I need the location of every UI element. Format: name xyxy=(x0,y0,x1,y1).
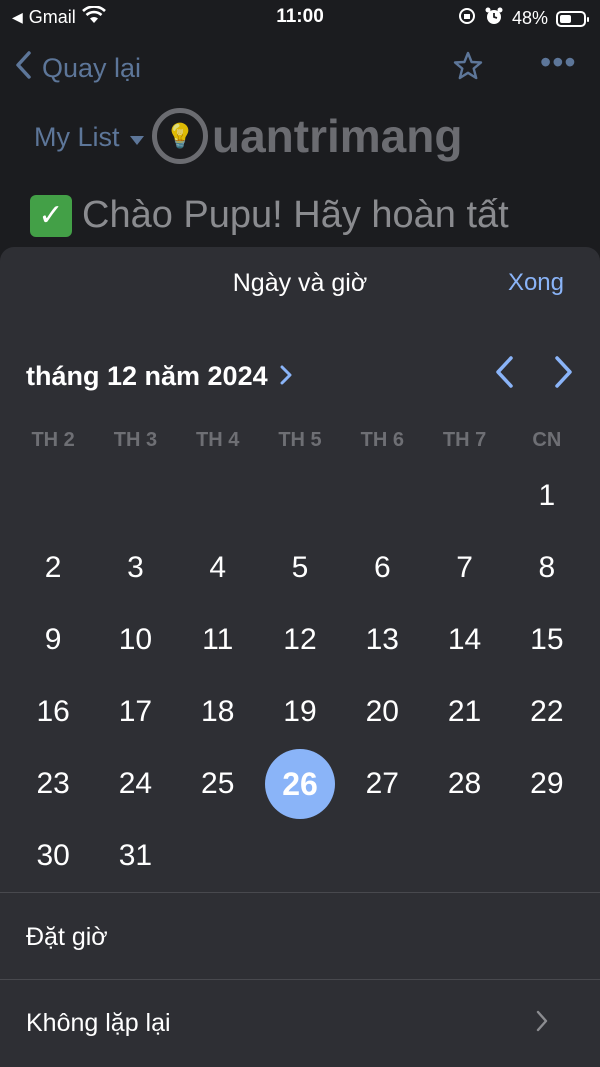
day-cell[interactable]: 23 xyxy=(12,748,94,820)
watermark-text: uantrimang xyxy=(212,110,463,162)
weekday-label: TH 5 xyxy=(278,429,322,451)
day-cell[interactable]: 17 xyxy=(94,676,176,748)
status-right: 48% xyxy=(458,6,589,31)
weekday-label: TH 2 xyxy=(31,429,75,451)
date-time-sheet: Ngày và giờ Xong tháng 12 năm 2024 TH 2T… xyxy=(0,247,600,1067)
weekday-header: TH 2 TH 3 TH 4 TH 5 TH 6 TH 7 CN xyxy=(12,429,588,452)
task-title-text: Chào Pupu! Hãy hoàn tất xyxy=(82,194,509,236)
weekday-label: TH 3 xyxy=(113,429,158,451)
month-year-selector[interactable]: tháng 12 năm 2024 xyxy=(26,361,292,392)
day-cell[interactable]: 24 xyxy=(94,748,176,820)
day-cell[interactable]: 22 xyxy=(506,676,588,748)
next-month-button[interactable] xyxy=(554,355,574,396)
weekday-label: TH 4 xyxy=(196,429,240,451)
day-cell[interactable]: 19 xyxy=(259,676,341,748)
day-cell[interactable]: 8 xyxy=(506,532,588,604)
day-cell[interactable]: 4 xyxy=(177,532,259,604)
day-cell-selected[interactable]: 26 xyxy=(259,748,341,820)
alarm-icon xyxy=(484,6,504,31)
empty-day-cell xyxy=(259,820,341,892)
status-bar: ◀ Gmail 11:00 48% xyxy=(0,0,600,34)
empty-day-cell xyxy=(506,820,588,892)
day-cell[interactable]: 15 xyxy=(506,604,588,676)
day-cell[interactable]: 20 xyxy=(341,676,423,748)
list-selector[interactable]: My List xyxy=(34,122,144,153)
dropdown-caret-icon xyxy=(129,122,144,153)
day-cell[interactable]: 27 xyxy=(341,748,423,820)
empty-day-cell xyxy=(341,820,423,892)
day-cell[interactable]: 5 xyxy=(259,532,341,604)
day-cell[interactable]: 18 xyxy=(177,676,259,748)
chevron-left-icon xyxy=(14,50,32,87)
weekday-label: CN xyxy=(532,429,562,451)
day-cell[interactable]: 3 xyxy=(94,532,176,604)
divider xyxy=(0,892,600,893)
month-label: tháng 12 năm 2024 xyxy=(26,361,268,391)
checkmark-icon: ✓ xyxy=(30,194,72,237)
chevron-right-icon xyxy=(280,361,292,392)
day-cell[interactable]: 25 xyxy=(177,748,259,820)
day-cell[interactable]: 2 xyxy=(12,532,94,604)
divider xyxy=(0,979,600,980)
day-cell[interactable]: 6 xyxy=(341,532,423,604)
empty-day-cell xyxy=(423,460,505,532)
weekday-label: TH 7 xyxy=(442,429,487,451)
month-navigation xyxy=(494,355,574,396)
navigation-bar: Quay lại ••• xyxy=(0,44,600,94)
day-cell[interactable]: 11 xyxy=(177,604,259,676)
calendar-grid: 1 2 3 4 5 6 7 8 9 10 11 12 13 14 15 16 17 18 19 20 21 22 23 24 2… xyxy=(12,460,588,892)
empty-day-cell xyxy=(12,460,94,532)
repeat-row[interactable]: Không lặp lại xyxy=(26,1009,171,1038)
set-time-row[interactable]: Đặt giờ xyxy=(26,923,108,952)
day-cell[interactable]: 1 xyxy=(506,460,588,532)
day-cell[interactable]: 29 xyxy=(506,748,588,820)
day-cell[interactable]: 28 xyxy=(423,748,505,820)
more-options-icon[interactable]: ••• xyxy=(540,44,577,81)
lightbulb-icon: 💡 xyxy=(152,108,208,164)
day-cell[interactable]: 16 xyxy=(12,676,94,748)
empty-day-cell xyxy=(177,460,259,532)
day-cell[interactable]: 7 xyxy=(423,532,505,604)
empty-day-cell xyxy=(259,460,341,532)
chevron-right-icon xyxy=(536,1007,548,1039)
day-cell[interactable]: 10 xyxy=(94,604,176,676)
star-icon[interactable] xyxy=(452,50,484,90)
day-cell[interactable]: 30 xyxy=(12,820,94,892)
task-title: ✓ Chào Pupu! Hãy hoàn tất xyxy=(30,194,509,237)
empty-day-cell xyxy=(177,820,259,892)
day-cell[interactable]: 21 xyxy=(423,676,505,748)
list-name: My List xyxy=(34,122,120,152)
done-button[interactable]: Xong xyxy=(508,269,564,297)
empty-day-cell xyxy=(94,460,176,532)
back-button[interactable]: Quay lại xyxy=(14,50,141,87)
empty-day-cell xyxy=(341,460,423,532)
previous-month-button[interactable] xyxy=(494,355,514,396)
watermark-logo: 💡 uantrimang xyxy=(152,108,462,164)
empty-day-cell xyxy=(423,820,505,892)
battery-icon xyxy=(556,10,589,27)
day-cell[interactable]: 13 xyxy=(341,604,423,676)
day-cell[interactable]: 12 xyxy=(259,604,341,676)
orientation-lock-icon xyxy=(458,7,476,30)
day-cell[interactable]: 14 xyxy=(423,604,505,676)
battery-percent: 48% xyxy=(511,8,548,28)
weekday-label: TH 6 xyxy=(360,429,404,451)
day-cell[interactable]: 31 xyxy=(94,820,176,892)
day-cell[interactable]: 9 xyxy=(12,604,94,676)
back-label: Quay lại xyxy=(42,53,142,83)
